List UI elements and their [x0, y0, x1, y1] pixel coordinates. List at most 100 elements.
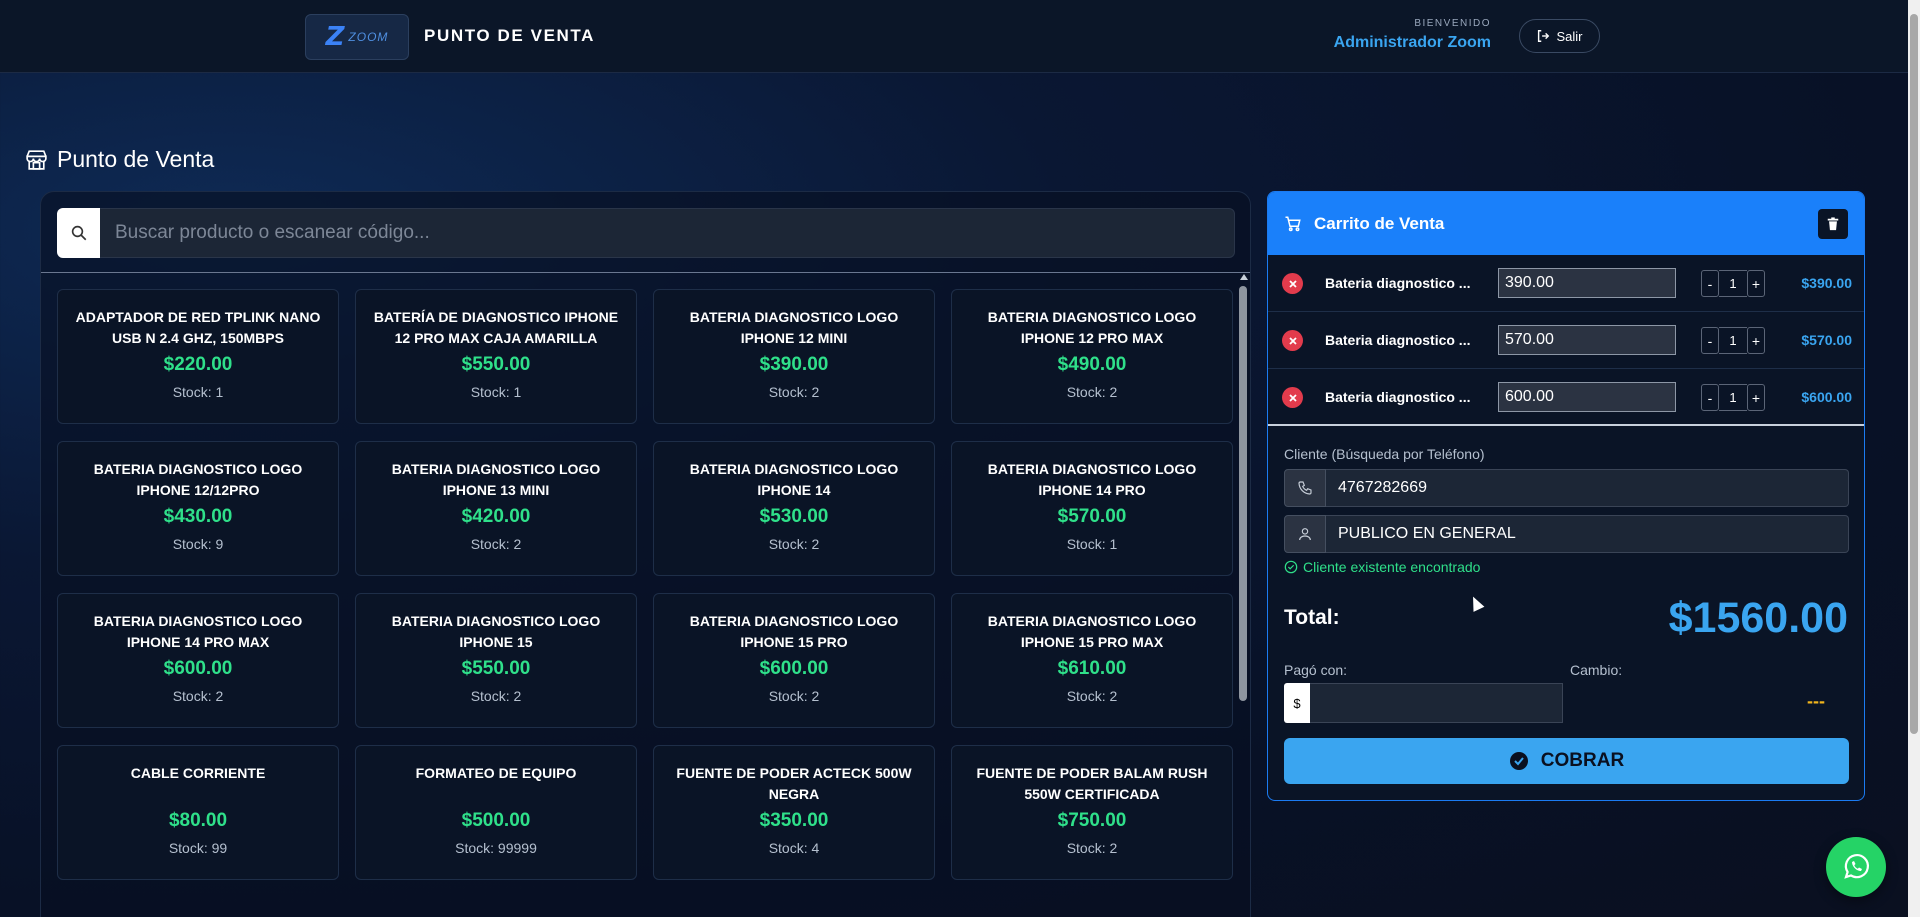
product-price: $80.00 — [168, 810, 228, 831]
product-card[interactable]: BATERIA DIAGNOSTICO LOGO IPHONE 15 $550.0… — [355, 593, 637, 728]
product-stock: Stock: 2 — [1066, 840, 1118, 856]
product-stock: Stock: 99 — [168, 840, 228, 856]
search-icon[interactable] — [57, 208, 100, 258]
product-price: $500.00 — [461, 810, 531, 831]
qty-increase-button[interactable]: + — [1747, 327, 1765, 354]
product-card[interactable]: BATERIA DIAGNOSTICO LOGO IPHONE 14 PRO M… — [57, 593, 339, 728]
product-stock: Stock: 2 — [768, 536, 820, 552]
cart-icon — [1285, 216, 1301, 231]
cart-item-total: $390.00 — [1801, 275, 1852, 291]
change-label: Cambio: — [1570, 662, 1623, 678]
cart-item-price-input[interactable] — [1498, 382, 1676, 412]
product-price: $570.00 — [1057, 506, 1127, 527]
product-name: CABLE CORRIENTE — [130, 765, 266, 781]
cart-item-name: Bateria diagnostico ... — [1325, 275, 1471, 291]
product-card[interactable]: CABLE CORRIENTE $80.00 Stock: 99 — [57, 745, 339, 880]
product-card[interactable]: BATERIA DIAGNOSTICO LOGO IPHONE 14 $530.0… — [653, 441, 935, 576]
qty-decrease-button[interactable]: - — [1701, 270, 1719, 297]
currency-prefix: $ — [1284, 683, 1310, 723]
remove-item-button[interactable] — [1282, 273, 1303, 294]
cart-item-row: Bateria diagnostico ... -1+ $390.00 — [1268, 255, 1864, 312]
cart-item-qty: 1 — [1719, 270, 1747, 297]
app-title: PUNTO DE VENTA — [424, 26, 596, 45]
qty-decrease-button[interactable]: - — [1701, 384, 1719, 411]
product-card[interactable]: ADAPTADOR DE RED TPLINK NANO USB N 2.4 G… — [57, 289, 339, 424]
cart-item-price-input[interactable] — [1498, 325, 1676, 355]
phone-field — [1284, 469, 1849, 507]
cart-panel: Carrito de Venta Bateria diagnostico ...… — [1267, 191, 1865, 801]
products-scrollbar[interactable] — [1237, 274, 1251, 917]
page-title: Punto de Venta — [24, 146, 214, 173]
qty-decrease-button[interactable]: - — [1701, 327, 1719, 354]
qty-increase-button[interactable]: + — [1747, 270, 1765, 297]
product-card[interactable]: FORMATEO DE EQUIPO $500.00 Stock: 99999 — [355, 745, 637, 880]
cart-item-price-input[interactable] — [1498, 268, 1676, 298]
product-price: $600.00 — [759, 658, 829, 679]
search-input[interactable] — [100, 208, 1235, 258]
product-price: $390.00 — [759, 354, 829, 375]
remove-item-button[interactable] — [1282, 387, 1303, 408]
product-price: $350.00 — [759, 810, 829, 831]
scroll-up-arrow-icon[interactable] — [1240, 274, 1248, 280]
cart-item-name: Bateria diagnostico ... — [1325, 389, 1471, 405]
scroll-thumb[interactable] — [1239, 286, 1247, 701]
clear-cart-button[interactable] — [1818, 209, 1848, 239]
product-stock: Stock: 2 — [1066, 688, 1118, 704]
paid-field: $ — [1284, 683, 1563, 723]
product-stock: Stock: 2 — [172, 688, 224, 704]
cart-header: Carrito de Venta — [1268, 192, 1864, 255]
client-name-input[interactable] — [1326, 515, 1849, 553]
close-icon — [1288, 279, 1297, 288]
product-card[interactable]: BATERIA DIAGNOSTICO LOGO IPHONE 12 MINI $… — [653, 289, 935, 424]
product-name: BATERIA DIAGNOSTICO LOGO IPHONE 14 PRO — [987, 461, 1197, 498]
product-name: BATERIA DIAGNOSTICO LOGO IPHONE 15 PRO — [689, 613, 899, 650]
cart-item-qty: 1 — [1719, 327, 1747, 354]
client-label: Cliente (Búsqueda por Teléfono) — [1284, 446, 1485, 462]
product-price: $610.00 — [1057, 658, 1127, 679]
logout-button[interactable]: Salir — [1519, 19, 1600, 53]
whatsapp-button[interactable] — [1826, 837, 1886, 897]
phone-input[interactable] — [1326, 469, 1849, 507]
page-scrollbar[interactable] — [1908, 0, 1920, 917]
paid-input[interactable] — [1310, 683, 1563, 723]
qty-increase-button[interactable]: + — [1747, 384, 1765, 411]
product-card[interactable]: BATERIA DIAGNOSTICO LOGO IPHONE 15 PRO M… — [951, 593, 1233, 728]
product-card[interactable]: BATERIA DIAGNOSTICO LOGO IPHONE 14 PRO $5… — [951, 441, 1233, 576]
sign-out-icon — [1538, 30, 1550, 42]
cart-title: Carrito de Venta — [1314, 213, 1445, 233]
product-stock: Stock: 9 — [172, 536, 224, 552]
whatsapp-icon — [1844, 854, 1869, 879]
product-card[interactable]: FUENTE DE PODER BALAM RUSH 550W CERTIFIC… — [951, 745, 1233, 880]
paid-label: Pagó con: — [1284, 662, 1348, 678]
logo-mark-icon: Z — [325, 22, 345, 52]
product-card[interactable]: BATERIA DIAGNOSTICO LOGO IPHONE 12 PRO M… — [951, 289, 1233, 424]
product-name: BATERIA DIAGNOSTICO LOGO IPHONE 12/12PRO — [93, 461, 303, 498]
product-stock: Stock: 2 — [470, 536, 522, 552]
product-card[interactable]: BATERIA DIAGNOSTICO LOGO IPHONE 15 PRO $6… — [653, 593, 935, 728]
product-card[interactable]: BATERIA DIAGNOSTICO LOGO IPHONE 13 MINI $… — [355, 441, 637, 576]
change-value: --- — [1807, 691, 1825, 711]
product-price: $600.00 — [163, 658, 233, 679]
product-name: BATERIA DIAGNOSTICO LOGO IPHONE 15 — [391, 613, 601, 650]
page-scroll-thumb[interactable] — [1910, 14, 1918, 734]
divider — [41, 272, 1250, 273]
brand-logo[interactable]: Z ZOOM — [305, 14, 409, 60]
product-name: BATERIA DIAGNOSTICO LOGO IPHONE 14 — [689, 461, 899, 498]
close-icon — [1288, 336, 1297, 345]
product-price: $420.00 — [461, 506, 531, 527]
top-navbar: Z ZOOM PUNTO DE VENTA BIENVENIDO Adminis… — [0, 0, 1908, 73]
pay-button[interactable]: COBRAR — [1284, 738, 1849, 784]
search-bar — [57, 208, 1235, 258]
product-name: BATERIA DIAGNOSTICO LOGO IPHONE 12 PRO M… — [987, 309, 1197, 346]
user-name: Administrador Zoom — [1333, 34, 1491, 51]
product-card[interactable]: BATERÍA DE DIAGNOSTICO IPHONE 12 PRO MAX… — [355, 289, 637, 424]
cart-item-name: Bateria diagnostico ... — [1325, 332, 1471, 348]
product-price: $430.00 — [163, 506, 233, 527]
remove-item-button[interactable] — [1282, 330, 1303, 351]
product-card[interactable]: BATERIA DIAGNOSTICO LOGO IPHONE 12/12PRO… — [57, 441, 339, 576]
client-name-field — [1284, 515, 1849, 553]
product-card[interactable]: FUENTE DE PODER ACTECK 500W NEGRA $350.00… — [653, 745, 935, 880]
close-icon — [1288, 393, 1297, 402]
pay-button-label: COBRAR — [1540, 750, 1625, 771]
store-icon — [26, 150, 47, 170]
